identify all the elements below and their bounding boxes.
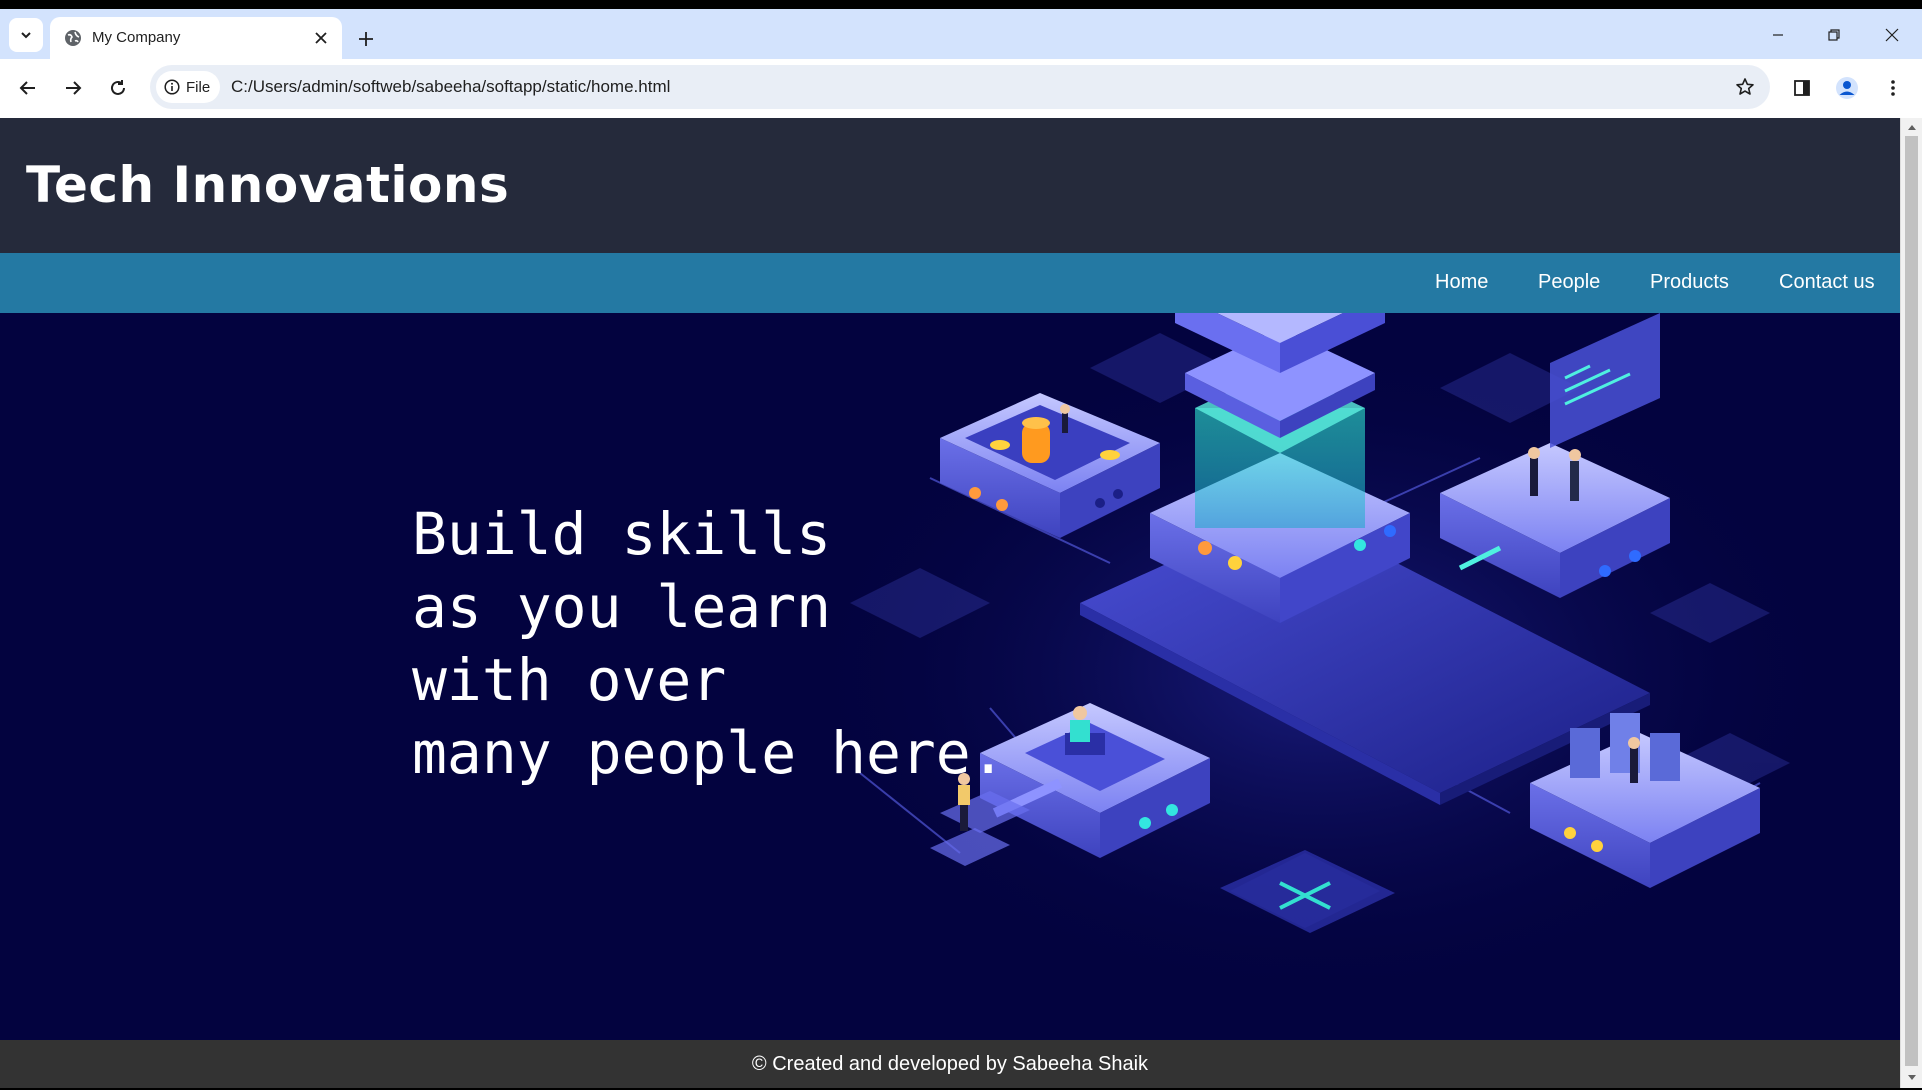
reload-icon [111, 80, 125, 95]
kebab-menu-icon [1891, 80, 1895, 96]
new-tab-button[interactable] [352, 25, 380, 53]
globe-icon [65, 30, 81, 46]
forward-button[interactable] [57, 72, 89, 104]
nav-link-home[interactable]: Home [1435, 271, 1488, 294]
active-tab[interactable]: My Company [50, 17, 342, 59]
hero-line: with over [412, 646, 727, 714]
tab-search-button[interactable] [9, 18, 43, 52]
page-scrollbar[interactable] [1900, 118, 1922, 1088]
close-icon [1885, 28, 1899, 42]
avatar-icon [1836, 77, 1858, 99]
site-footer: © Created and developed by Sabeeha Shaik [0, 1040, 1900, 1088]
menu-button[interactable] [1877, 72, 1909, 104]
star-icon [1736, 78, 1754, 95]
screen-top-edge [0, 0, 1922, 9]
tab-title: My Company [92, 29, 181, 46]
browser-toolbar: File C:/Users/admin/softweb/sabeeha/soft… [0, 59, 1922, 118]
close-window-button[interactable] [1872, 21, 1912, 49]
site-header: Tech Innovations [0, 118, 1900, 253]
back-button[interactable] [12, 72, 44, 104]
scroll-thumb[interactable] [1905, 136, 1918, 1066]
chevron-down-icon [21, 32, 31, 39]
hero-line: as you learn [412, 573, 832, 641]
scroll-up-icon[interactable] [1906, 122, 1918, 134]
reload-button[interactable] [102, 72, 134, 104]
hero-headline: Build skills as you learn with over many… [412, 498, 1006, 790]
footer-text: © Created and developed by Sabeeha Shaik [751, 1053, 1149, 1075]
minimize-button[interactable] [1758, 21, 1798, 49]
hero-line: many people here. [412, 719, 1006, 787]
nav-link-contact[interactable]: Contact us [1779, 271, 1875, 294]
bookmark-button[interactable] [1730, 72, 1760, 102]
info-icon [164, 79, 180, 95]
arrow-right-icon [66, 81, 82, 95]
hero-line: Build skills [412, 500, 832, 568]
tab-close-button[interactable] [310, 27, 332, 49]
hero-section: Build skills as you learn with over many… [0, 313, 1900, 1040]
nav-link-products[interactable]: Products [1650, 271, 1729, 294]
restore-icon [1828, 29, 1840, 41]
site-chip-label: File [186, 78, 211, 96]
page-viewport: Tech Innovations Home People Products Co… [0, 118, 1900, 1088]
site-info-chip[interactable]: File [156, 71, 221, 103]
nav-link-people[interactable]: People [1538, 271, 1600, 294]
tab-strip: My Company [0, 9, 1922, 59]
scroll-down-icon[interactable] [1906, 1071, 1918, 1083]
site-title: Tech Innovations [26, 156, 510, 214]
minimize-icon [1773, 34, 1783, 36]
side-panel-button[interactable] [1786, 72, 1818, 104]
close-icon [315, 32, 327, 44]
arrow-left-icon [19, 81, 35, 95]
profile-button[interactable] [1831, 72, 1863, 104]
plus-icon [359, 32, 373, 46]
address-bar[interactable]: File C:/Users/admin/softweb/sabeeha/soft… [150, 65, 1770, 109]
url-text[interactable]: C:/Users/admin/softweb/sabeeha/softapp/s… [231, 77, 670, 97]
site-nav: Home People Products Contact us [0, 253, 1900, 313]
side-panel-icon [1794, 80, 1810, 96]
restore-button[interactable] [1814, 21, 1854, 49]
